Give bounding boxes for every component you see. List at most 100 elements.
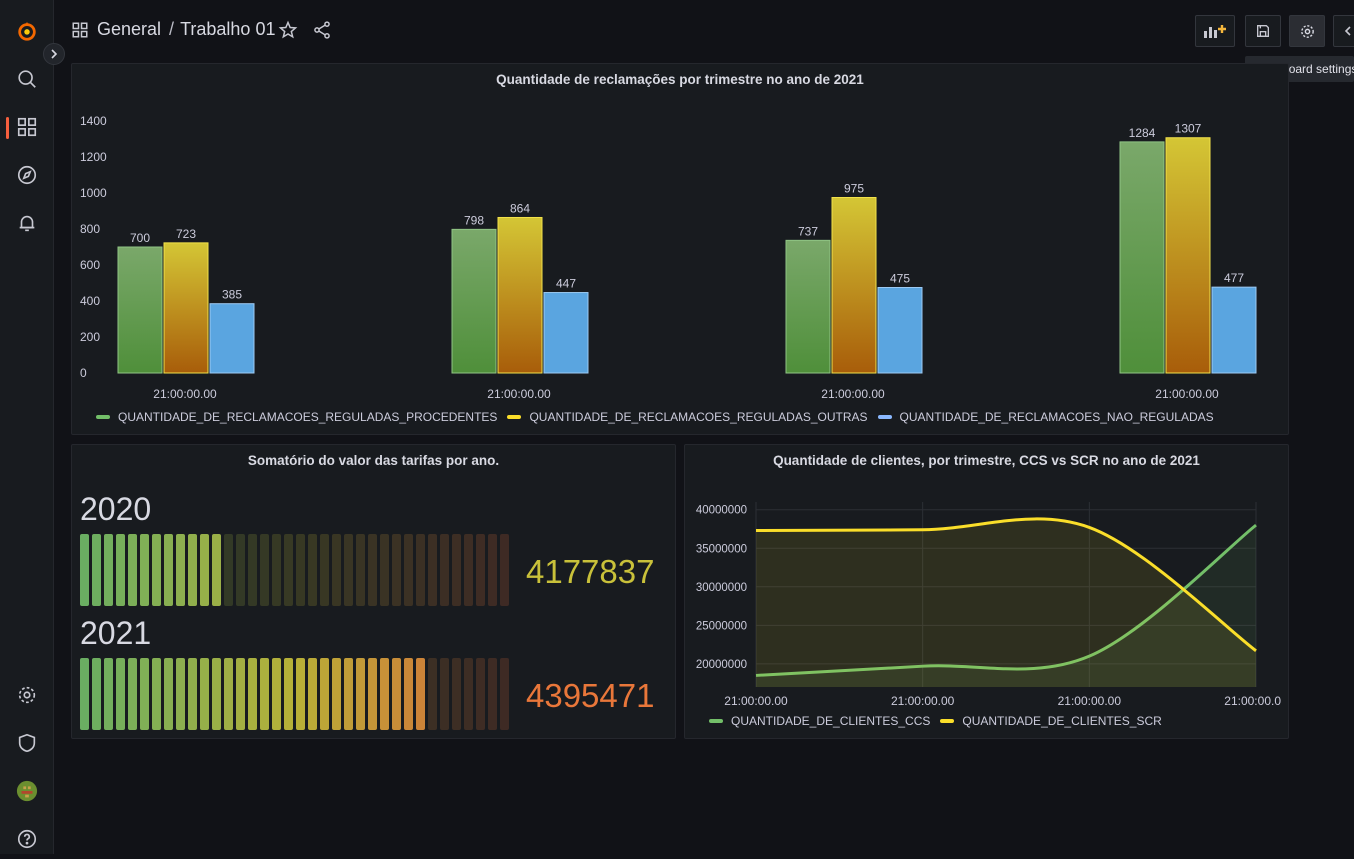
- explore-icon[interactable]: [0, 155, 54, 195]
- legend-item[interactable]: QUANTIDADE_DE_CLIENTES_CCS: [709, 714, 930, 728]
- legend-label: QUANTIDADE_DE_RECLAMACOES_NAO_REGULADAS: [899, 410, 1214, 424]
- top-bar: General / Trabalho 01: [54, 0, 1354, 62]
- user-avatar[interactable]: [0, 771, 54, 811]
- legend-item[interactable]: QUANTIDADE_DE_RECLAMACOES_REGULADAS_PROC…: [96, 410, 497, 424]
- bar-chart-panel[interactable]: Quantidade de reclamações por trimestre …: [71, 63, 1289, 435]
- gauge-cell: [500, 534, 509, 606]
- bar[interactable]: [163, 242, 209, 374]
- dashboard-title[interactable]: Trabalho 01: [180, 19, 275, 40]
- configuration-icon[interactable]: [0, 675, 54, 715]
- x-tick-label: 21:00:00.00: [1058, 694, 1122, 708]
- add-panel-button[interactable]: [1195, 15, 1235, 47]
- line-chart: 20000000 25000000 30000000 35000000 40000000…: [696, 502, 1281, 708]
- bar[interactable]: [1211, 286, 1257, 374]
- bar[interactable]: [785, 239, 831, 374]
- server-admin-icon[interactable]: [0, 723, 54, 763]
- gauge-cell: [320, 658, 329, 730]
- time-series-panel[interactable]: Quantidade de clientes, por trimestre, C…: [684, 444, 1289, 739]
- gauge-cell: [476, 534, 485, 606]
- bar-value-label: 385: [222, 288, 242, 302]
- gauge-cell: [440, 534, 449, 606]
- bar-value-label: 447: [556, 277, 576, 291]
- gauge-cell: [164, 658, 173, 730]
- y-tick-label: 200: [80, 330, 100, 344]
- star-icon[interactable]: [278, 20, 298, 40]
- bar[interactable]: [543, 292, 589, 374]
- alerting-icon[interactable]: [0, 203, 54, 243]
- y-tick-label: 800: [80, 222, 100, 236]
- dashboards-icon[interactable]: [0, 107, 54, 147]
- x-tick-label: 21:00:00.00: [1155, 387, 1219, 401]
- breadcrumb-folder[interactable]: General: [97, 19, 161, 40]
- gauge-cell: [284, 534, 293, 606]
- legend-item[interactable]: QUANTIDADE_DE_RECLAMACOES_REGULADAS_OUTR…: [507, 410, 868, 424]
- bar-value-label: 737: [798, 224, 818, 238]
- legend-label: QUANTIDADE_DE_RECLAMACOES_REGULADAS_PROC…: [118, 410, 498, 424]
- bar[interactable]: [497, 216, 543, 374]
- save-icon: [1257, 25, 1269, 37]
- panel-title[interactable]: Somatório do valor das tarifas por ano.: [72, 453, 675, 468]
- legend-swatch: [940, 719, 955, 723]
- gauge-cell: [416, 658, 425, 730]
- gauge-cell: [356, 658, 365, 730]
- gauge-cell: [248, 658, 257, 730]
- legend-item[interactable]: QUANTIDADE_DE_CLIENTES_SCR: [940, 714, 1162, 728]
- bar-value-label: 477: [1224, 271, 1244, 285]
- sidebar-expand-button[interactable]: [43, 43, 65, 65]
- bar[interactable]: [1165, 137, 1211, 374]
- gauge-cell: [152, 534, 161, 606]
- gauge-cell: [176, 534, 185, 606]
- bar-value-label: 475: [890, 272, 910, 286]
- y-tick-label: 1200: [80, 150, 107, 164]
- x-tick-label: 21:00:00.00: [821, 387, 885, 401]
- y-tick-label: 1000: [80, 186, 107, 200]
- cycle-view-mode-button[interactable]: [1333, 15, 1354, 47]
- gauge-cell: [332, 658, 341, 730]
- chevron-right-icon: [51, 49, 58, 59]
- save-dashboard-button[interactable]: [1245, 15, 1281, 47]
- search-icon[interactable]: [0, 59, 54, 99]
- panel-title[interactable]: Quantidade de clientes, por trimestre, C…: [685, 453, 1288, 468]
- y-tick-label: 30000000: [696, 582, 747, 594]
- gauge-cell: [116, 534, 125, 606]
- gauge-row-label: 2021: [80, 615, 152, 651]
- bar[interactable]: [1119, 141, 1165, 374]
- gauge-cell: [404, 658, 413, 730]
- bar[interactable]: [117, 246, 163, 374]
- gauge-cell: [368, 658, 377, 730]
- gauge-cell: [164, 534, 173, 606]
- gauge-cell: [308, 658, 317, 730]
- legend-swatch: [709, 719, 723, 723]
- bar[interactable]: [831, 197, 877, 374]
- bar-value-label: 1284: [1129, 126, 1156, 140]
- dashboard-settings-button[interactable]: [1289, 15, 1325, 47]
- gauge-cell: [452, 534, 461, 606]
- breadcrumb-separator: /: [169, 19, 175, 39]
- gauge-cell: [272, 658, 281, 730]
- gauge-cell: [332, 534, 341, 606]
- share-icon[interactable]: [312, 20, 332, 40]
- help-icon[interactable]: [0, 819, 54, 859]
- gauge-cell: [320, 534, 329, 606]
- legend-item[interactable]: QUANTIDADE_DE_RECLAMACOES_NAO_REGULADAS: [877, 410, 1214, 424]
- gauge-cell: [260, 658, 269, 730]
- bar-gauge-panel[interactable]: Somatório do valor das tarifas por ano. …: [71, 444, 676, 739]
- y-tick-label: 400: [80, 294, 100, 308]
- bar[interactable]: [877, 287, 923, 374]
- bar[interactable]: [451, 228, 497, 374]
- bar-value-label: 798: [464, 213, 484, 227]
- bar-chart: 0 200 400 600 800 1000 1200 1400 700 723 385 21:00:…: [80, 114, 1257, 401]
- chevron-left-icon: [1344, 26, 1351, 36]
- gauge-cell: [104, 534, 113, 606]
- gauge-cell: [176, 658, 185, 730]
- gauge-cell: [140, 658, 149, 730]
- gauge-cell: [440, 658, 449, 730]
- gauge-cell: [500, 658, 509, 730]
- gauge-cell: [452, 658, 461, 730]
- gauge-value-2020: 4177837: [526, 553, 655, 590]
- gauge-cell: [128, 658, 137, 730]
- y-tick-label: 600: [80, 258, 100, 272]
- bar[interactable]: [209, 303, 255, 374]
- gauge-cell: [140, 534, 149, 606]
- panel-title[interactable]: Quantidade de reclamações por trimestre …: [72, 72, 1288, 87]
